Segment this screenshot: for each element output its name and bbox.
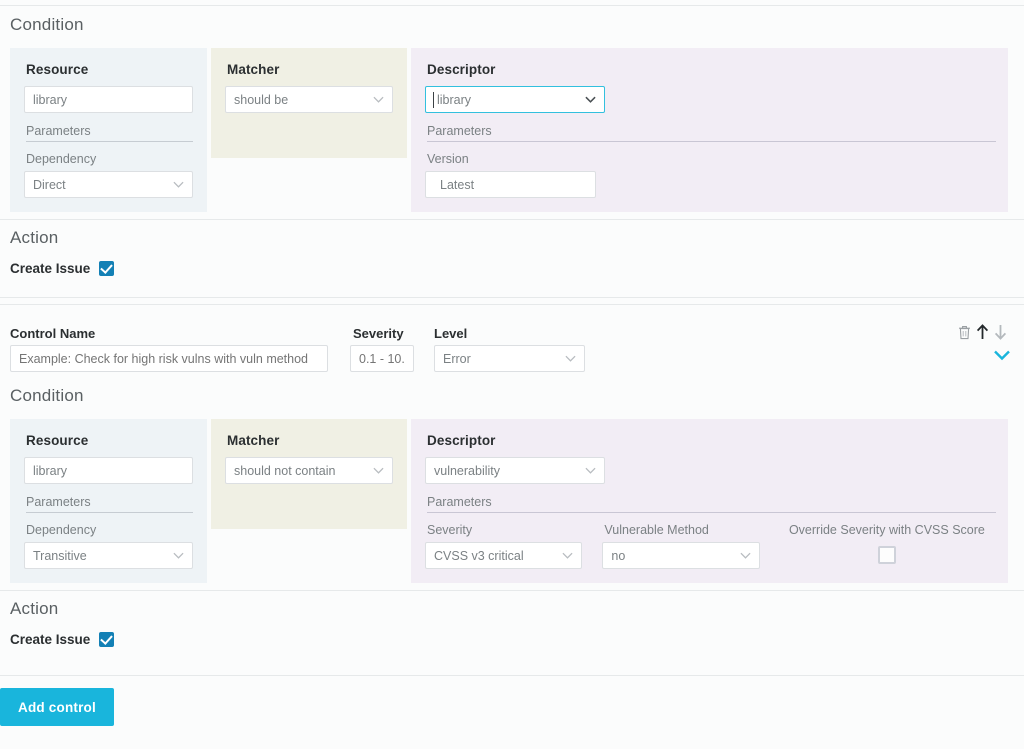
param-vulnerable-method-label: Vulnerable Method bbox=[604, 523, 709, 537]
override-severity-checkbox[interactable] bbox=[877, 546, 896, 564]
chevron-down-icon bbox=[373, 465, 384, 476]
condition-heading: Condition bbox=[10, 386, 84, 405]
chevron-down-icon bbox=[173, 179, 184, 190]
chevron-down-icon bbox=[373, 94, 384, 105]
add-control-button[interactable]: Add control bbox=[0, 688, 114, 726]
arrow-up-icon[interactable] bbox=[976, 324, 989, 345]
param-vulnerable-method-select[interactable]: no bbox=[602, 542, 760, 569]
param-override-severity: Override Severity with CVSS Score bbox=[780, 513, 994, 569]
footer-divider bbox=[0, 675, 1024, 676]
dependency-label: Dependency bbox=[26, 523, 97, 537]
action-heading: Action bbox=[10, 599, 59, 618]
create-issue-row: Create Issue bbox=[0, 632, 115, 647]
control-name-input[interactable] bbox=[10, 345, 328, 372]
param-severity-label: Severity bbox=[427, 523, 473, 537]
resource-value-text: library bbox=[33, 92, 68, 107]
resource-parameters-label: Parameters bbox=[26, 495, 193, 513]
matcher-title: Matcher bbox=[227, 62, 280, 77]
resource-panel: Resource library Parameters Dependency D… bbox=[10, 48, 207, 212]
matcher-panel: Matcher should be bbox=[211, 48, 407, 158]
descriptor-value: library bbox=[437, 92, 472, 107]
resource-value-text: library bbox=[33, 463, 68, 478]
resource-value-input[interactable]: library bbox=[24, 457, 193, 484]
dependency-label: Dependency bbox=[26, 152, 97, 166]
trash-icon[interactable] bbox=[958, 325, 971, 345]
resource-title: Resource bbox=[26, 433, 89, 448]
control-separator-top bbox=[0, 297, 1024, 298]
level-select[interactable]: Error bbox=[434, 345, 585, 372]
matcher-value: should be bbox=[234, 92, 289, 107]
severity-input[interactable] bbox=[350, 345, 414, 372]
resource-title: Resource bbox=[26, 62, 89, 77]
param-vulnerable-method: Vulnerable Method no bbox=[602, 513, 760, 569]
rules-editor-page: Condition Resource library Parameters De… bbox=[0, 0, 1024, 749]
matcher-select[interactable]: should be bbox=[225, 86, 393, 113]
action-heading: Action bbox=[10, 228, 59, 247]
resource-parameters-label: Parameters bbox=[26, 124, 193, 142]
dependency-value: Direct bbox=[33, 177, 66, 192]
descriptor-select[interactable]: vulnerability bbox=[425, 457, 605, 484]
descriptor-value: vulnerability bbox=[434, 463, 501, 478]
create-issue-checkbox[interactable] bbox=[99, 261, 115, 276]
condition-panels: Resource library Parameters Dependency D… bbox=[0, 48, 1024, 212]
matcher-panel: Matcher should not contain bbox=[211, 419, 407, 529]
matcher-select[interactable]: should not contain bbox=[225, 457, 393, 484]
version-value: Latest bbox=[440, 177, 475, 192]
top-divider bbox=[0, 5, 1024, 6]
version-label: Version bbox=[427, 152, 469, 166]
level-label: Level bbox=[434, 326, 468, 341]
level-value: Error bbox=[443, 351, 471, 366]
dependency-select[interactable]: Transitive bbox=[24, 542, 193, 569]
chevron-down-icon bbox=[173, 550, 184, 561]
descriptor-panel: Descriptor vulnerability Parameters Seve… bbox=[411, 419, 1008, 583]
chevron-down-icon bbox=[565, 353, 576, 364]
arrow-down-icon[interactable] bbox=[994, 324, 1007, 345]
severity-label: Severity bbox=[353, 326, 404, 341]
create-issue-label: Create Issue bbox=[10, 632, 91, 647]
create-issue-row: Create Issue bbox=[0, 261, 115, 276]
chevron-down-icon bbox=[585, 94, 596, 105]
resource-panel: Resource library Parameters Dependency T… bbox=[10, 419, 207, 583]
descriptor-title: Descriptor bbox=[427, 62, 496, 77]
action-divider bbox=[0, 219, 1024, 220]
create-issue-label: Create Issue bbox=[10, 261, 91, 276]
param-severity-select[interactable]: CVSS v3 critical bbox=[425, 542, 583, 569]
create-issue-checkbox[interactable] bbox=[99, 632, 115, 647]
param-override-severity-label: Override Severity with CVSS Score bbox=[788, 523, 985, 537]
version-input[interactable]: Latest bbox=[425, 171, 596, 198]
descriptor-parameters-label: Parameters bbox=[427, 124, 996, 142]
descriptor-select[interactable]: library bbox=[425, 86, 605, 113]
chevron-down-icon bbox=[562, 550, 573, 561]
dependency-select[interactable]: Direct bbox=[24, 171, 193, 198]
control-header: Control Name Severity Level Error bbox=[0, 313, 1024, 377]
param-severity: Severity CVSS v3 critical bbox=[425, 513, 583, 569]
chevron-down-icon bbox=[585, 465, 596, 476]
control-name-label: Control Name bbox=[10, 326, 96, 341]
action-divider bbox=[0, 590, 1024, 591]
param-severity-value: CVSS v3 critical bbox=[434, 548, 524, 563]
matcher-title: Matcher bbox=[227, 433, 280, 448]
condition-heading: Condition bbox=[10, 15, 84, 34]
dependency-value: Transitive bbox=[33, 548, 87, 563]
descriptor-panel: Descriptor library Parameters Version La… bbox=[411, 48, 1008, 212]
resource-value-input[interactable]: library bbox=[24, 86, 193, 113]
condition-panels: Resource library Parameters Dependency T… bbox=[0, 419, 1024, 583]
chevron-down-icon bbox=[740, 550, 751, 561]
collapse-chevron-down-icon[interactable] bbox=[993, 348, 1011, 366]
descriptor-title: Descriptor bbox=[427, 433, 496, 448]
param-vulnerable-method-value: no bbox=[611, 548, 626, 563]
control-separator-bottom bbox=[0, 304, 1024, 305]
descriptor-parameters-label: Parameters bbox=[427, 495, 996, 513]
matcher-value: should not contain bbox=[234, 463, 336, 478]
